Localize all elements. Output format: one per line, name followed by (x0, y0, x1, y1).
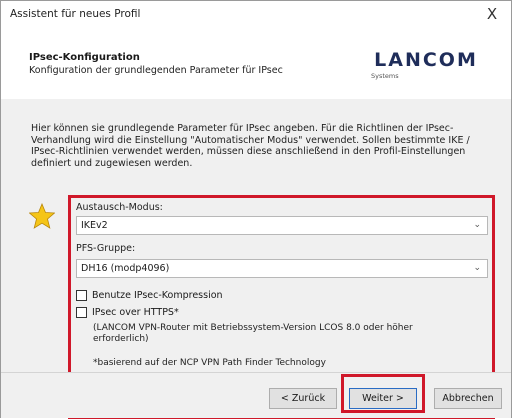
pfs-group-value: DH16 (modp4096) (81, 263, 170, 274)
exchange-mode-label: Austausch-Modus: (76, 202, 163, 213)
wizard-content: Hier können sie grundlegende Parameter f… (1, 99, 511, 419)
pfs-group-label: PFS-Gruppe: (76, 243, 136, 254)
requirement-note-line1: (LANCOM VPN-Router mit Betriebssystem-Ve… (93, 323, 413, 333)
compression-checkbox-row[interactable]: Benutze IPsec-Kompression (76, 289, 223, 303)
highlight-box-next (341, 374, 425, 413)
window-title: Assistent für neues Profil (10, 8, 141, 20)
wizard-header: IPsec-Konfiguration Konfiguration der gr… (1, 27, 511, 100)
cancel-button[interactable]: Abbrechen (434, 388, 502, 409)
footnote: *basierend auf der NCP VPN Path Finder T… (93, 358, 326, 368)
page-subtitle: Konfiguration der grundlegenden Paramete… (29, 65, 283, 76)
requirement-note-line2: erforderlich) (93, 334, 149, 344)
compression-label: Benutze IPsec-Kompression (92, 290, 223, 301)
page-title: IPsec-Konfiguration (29, 52, 140, 63)
exchange-mode-select[interactable]: IKEv2 ⌄ (76, 216, 488, 235)
chevron-down-icon: ⌄ (473, 263, 481, 273)
compression-checkbox[interactable] (76, 290, 87, 301)
https-checkbox-row[interactable]: IPsec over HTTPS* (76, 306, 179, 320)
https-label: IPsec over HTTPS* (92, 307, 179, 318)
title-bar: Assistent für neues Profil X (1, 1, 511, 27)
logo-subtext: Systems (371, 72, 399, 80)
lancom-logo: LANCOM Systems (367, 49, 485, 80)
back-button[interactable]: < Zurück (269, 388, 337, 409)
intro-text: Hier können sie grundlegende Parameter f… (31, 123, 470, 169)
close-button[interactable]: X (479, 3, 505, 25)
wizard-window: Assistent für neues Profil X IPsec-Konfi… (0, 0, 512, 419)
logo-text: LANCOM (374, 49, 478, 71)
pfs-group-select[interactable]: DH16 (modp4096) ⌄ (76, 259, 488, 278)
https-checkbox[interactable] (76, 307, 87, 318)
wizard-footer: < Zurück Weiter > Abbrechen (1, 372, 511, 418)
star-icon (29, 203, 55, 229)
chevron-down-icon: ⌄ (473, 220, 481, 230)
exchange-mode-value: IKEv2 (81, 220, 108, 231)
